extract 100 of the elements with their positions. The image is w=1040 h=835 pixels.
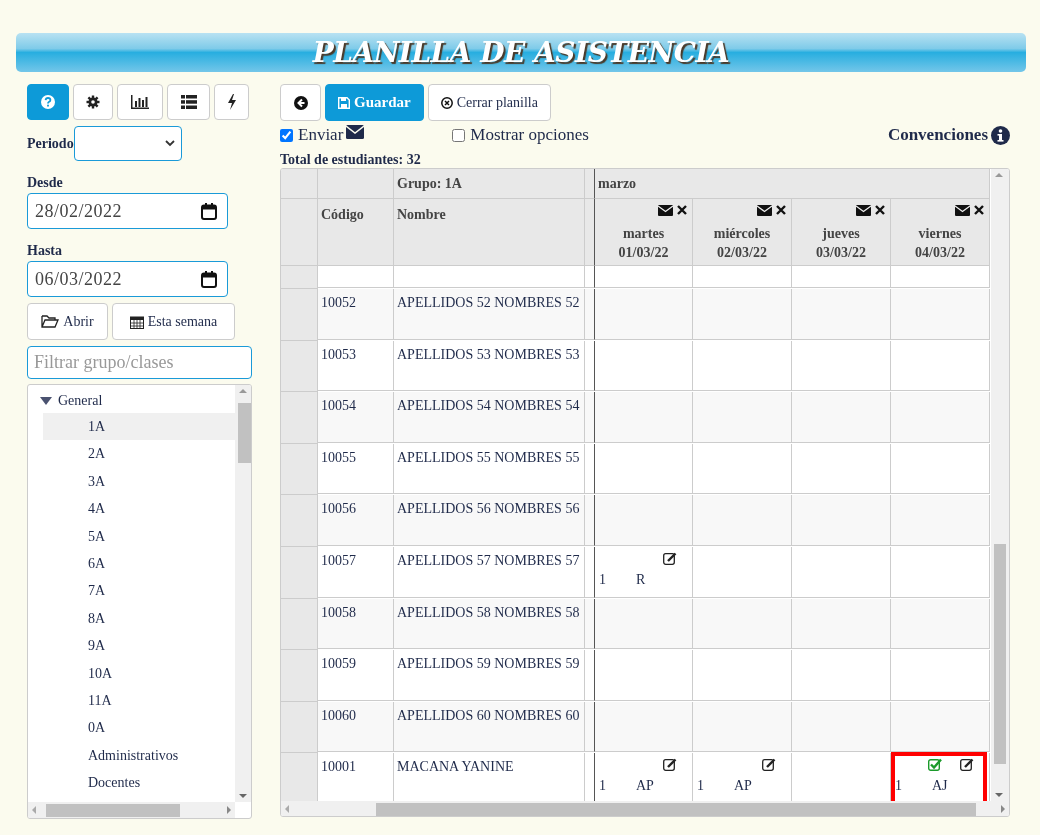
row-header-cell[interactable]	[281, 495, 318, 547]
attendance-cell[interactable]	[595, 340, 693, 392]
periodo-select[interactable]	[73, 126, 182, 161]
attendance-cell[interactable]	[595, 392, 693, 443]
row-header-cell[interactable]	[281, 392, 318, 444]
attendance-cell[interactable]	[595, 598, 693, 650]
vertical-scrollbar[interactable]	[991, 169, 1009, 801]
envelope-icon[interactable]	[955, 204, 970, 216]
close-icon[interactable]	[776, 205, 786, 215]
table-cell: 10059	[318, 650, 394, 701]
bolt-button[interactable]	[214, 84, 249, 120]
attendance-cell[interactable]	[792, 340, 891, 392]
attendance-cell[interactable]	[595, 443, 693, 495]
attendance-cell[interactable]	[693, 495, 792, 546]
attendance-cell[interactable]	[792, 495, 891, 546]
close-icon[interactable]	[677, 205, 687, 215]
gear-button[interactable]	[73, 84, 113, 120]
row-header-cell[interactable]	[281, 443, 318, 496]
count-text: 1	[697, 778, 704, 795]
attendance-cell[interactable]: 1 AJ	[891, 753, 990, 801]
tree-item[interactable]: 7A	[43, 577, 235, 605]
attendance-cell[interactable]	[792, 701, 891, 753]
info-icon[interactable]	[991, 125, 1010, 145]
attendance-cell[interactable]	[693, 598, 792, 650]
tree-item[interactable]: 1A	[43, 413, 235, 441]
row-header-cell[interactable]	[281, 701, 318, 754]
edit-icon[interactable]	[762, 758, 776, 772]
filter-field[interactable]: Filtrar grupo/clases	[27, 346, 252, 379]
attendance-cell[interactable]	[595, 650, 693, 701]
attendance-cell[interactable]	[891, 701, 990, 753]
tree-item[interactable]: 0A	[43, 714, 235, 742]
attendance-cell[interactable]	[792, 443, 891, 495]
close-icon[interactable]	[875, 205, 885, 215]
show-options-checkbox[interactable]	[452, 128, 466, 142]
table-cell: APELLIDOS 56 NOMBRES 56	[394, 495, 585, 546]
close-sheet-button[interactable]: Cerrar planilla	[427, 84, 551, 121]
row-header-cell[interactable]	[281, 598, 318, 651]
edit-icon[interactable]	[663, 551, 677, 565]
row-header-cell[interactable]	[281, 753, 318, 801]
tree-item[interactable]: 4A	[43, 495, 235, 523]
attendance-cell[interactable]	[891, 495, 990, 546]
attendance-cell[interactable]	[891, 443, 990, 495]
attendance-cell[interactable]: 1 R	[595, 546, 693, 598]
attendance-cell[interactable]	[792, 392, 891, 443]
envelope-icon[interactable]	[757, 204, 772, 216]
attendance-cell[interactable]	[693, 340, 792, 392]
attendance-cell[interactable]	[693, 392, 792, 443]
bar-chart-icon	[131, 95, 149, 109]
chart-button[interactable]	[117, 84, 163, 120]
attendance-cell[interactable]	[693, 546, 792, 598]
week-button[interactable]: Esta semana	[112, 303, 235, 340]
attendance-cell[interactable]	[891, 340, 990, 392]
attendance-cell[interactable]	[792, 598, 891, 650]
attendance-cell[interactable]	[891, 546, 990, 598]
envelope-icon[interactable]	[658, 204, 673, 216]
list-button[interactable]	[167, 84, 210, 120]
hasta-date-field[interactable]: 06/03/2022	[27, 261, 228, 297]
tree-item[interactable]: General	[28, 389, 235, 413]
vertical-scrollbar[interactable]	[235, 385, 251, 802]
send-checkbox[interactable]	[280, 128, 293, 142]
tree-item[interactable]: 6A	[43, 549, 235, 578]
tree-item[interactable]: 8A	[43, 604, 235, 633]
attendance-cell[interactable]	[792, 546, 891, 598]
back-button[interactable]	[280, 84, 321, 121]
tree-item[interactable]: 3A	[43, 467, 235, 496]
tree-item[interactable]: 11A	[43, 686, 235, 715]
open-button[interactable]: Abrir	[27, 303, 108, 340]
tree-item[interactable]: 2A	[43, 440, 235, 468]
tree-item[interactable]: Docentes	[43, 769, 235, 797]
attendance-cell[interactable]	[693, 289, 792, 340]
attendance-cell[interactable]	[891, 650, 990, 701]
tree-item[interactable]: 9A	[43, 632, 235, 660]
table-cell: 10058	[318, 598, 394, 650]
tree-item[interactable]: Administrativos	[43, 741, 235, 770]
row-header-cell[interactable]	[281, 650, 318, 702]
attendance-cell[interactable]	[693, 443, 792, 495]
row-header-cell[interactable]	[281, 546, 318, 599]
attendance-cell[interactable]	[891, 392, 990, 443]
attendance-cell[interactable]	[595, 289, 693, 340]
horizontal-scrollbar[interactable]	[28, 802, 235, 818]
attendance-cell[interactable]	[693, 650, 792, 701]
attendance-cell[interactable]	[595, 701, 693, 753]
row-header-cell[interactable]	[281, 289, 318, 341]
close-icon[interactable]	[974, 205, 984, 215]
edit-icon[interactable]	[960, 758, 974, 772]
attendance-cell[interactable]	[891, 598, 990, 650]
edit-icon[interactable]	[663, 758, 677, 772]
attendance-cell[interactable]	[595, 495, 693, 546]
attendance-cell[interactable]	[693, 701, 792, 753]
column-header: Código	[318, 199, 394, 266]
tree-item[interactable]: 5A	[43, 522, 235, 550]
check-icon[interactable]	[928, 758, 942, 772]
row-header-cell[interactable]	[281, 340, 318, 393]
attendance-cell[interactable]	[792, 289, 891, 340]
attendance-cell[interactable]	[792, 650, 891, 701]
envelope-icon[interactable]	[856, 204, 871, 216]
tree-item[interactable]: 10A	[43, 659, 235, 687]
attendance-cell[interactable]	[891, 289, 990, 340]
horizontal-scrollbar[interactable]	[281, 801, 1009, 816]
desde-date-field[interactable]: 28/02/2022	[27, 193, 228, 229]
